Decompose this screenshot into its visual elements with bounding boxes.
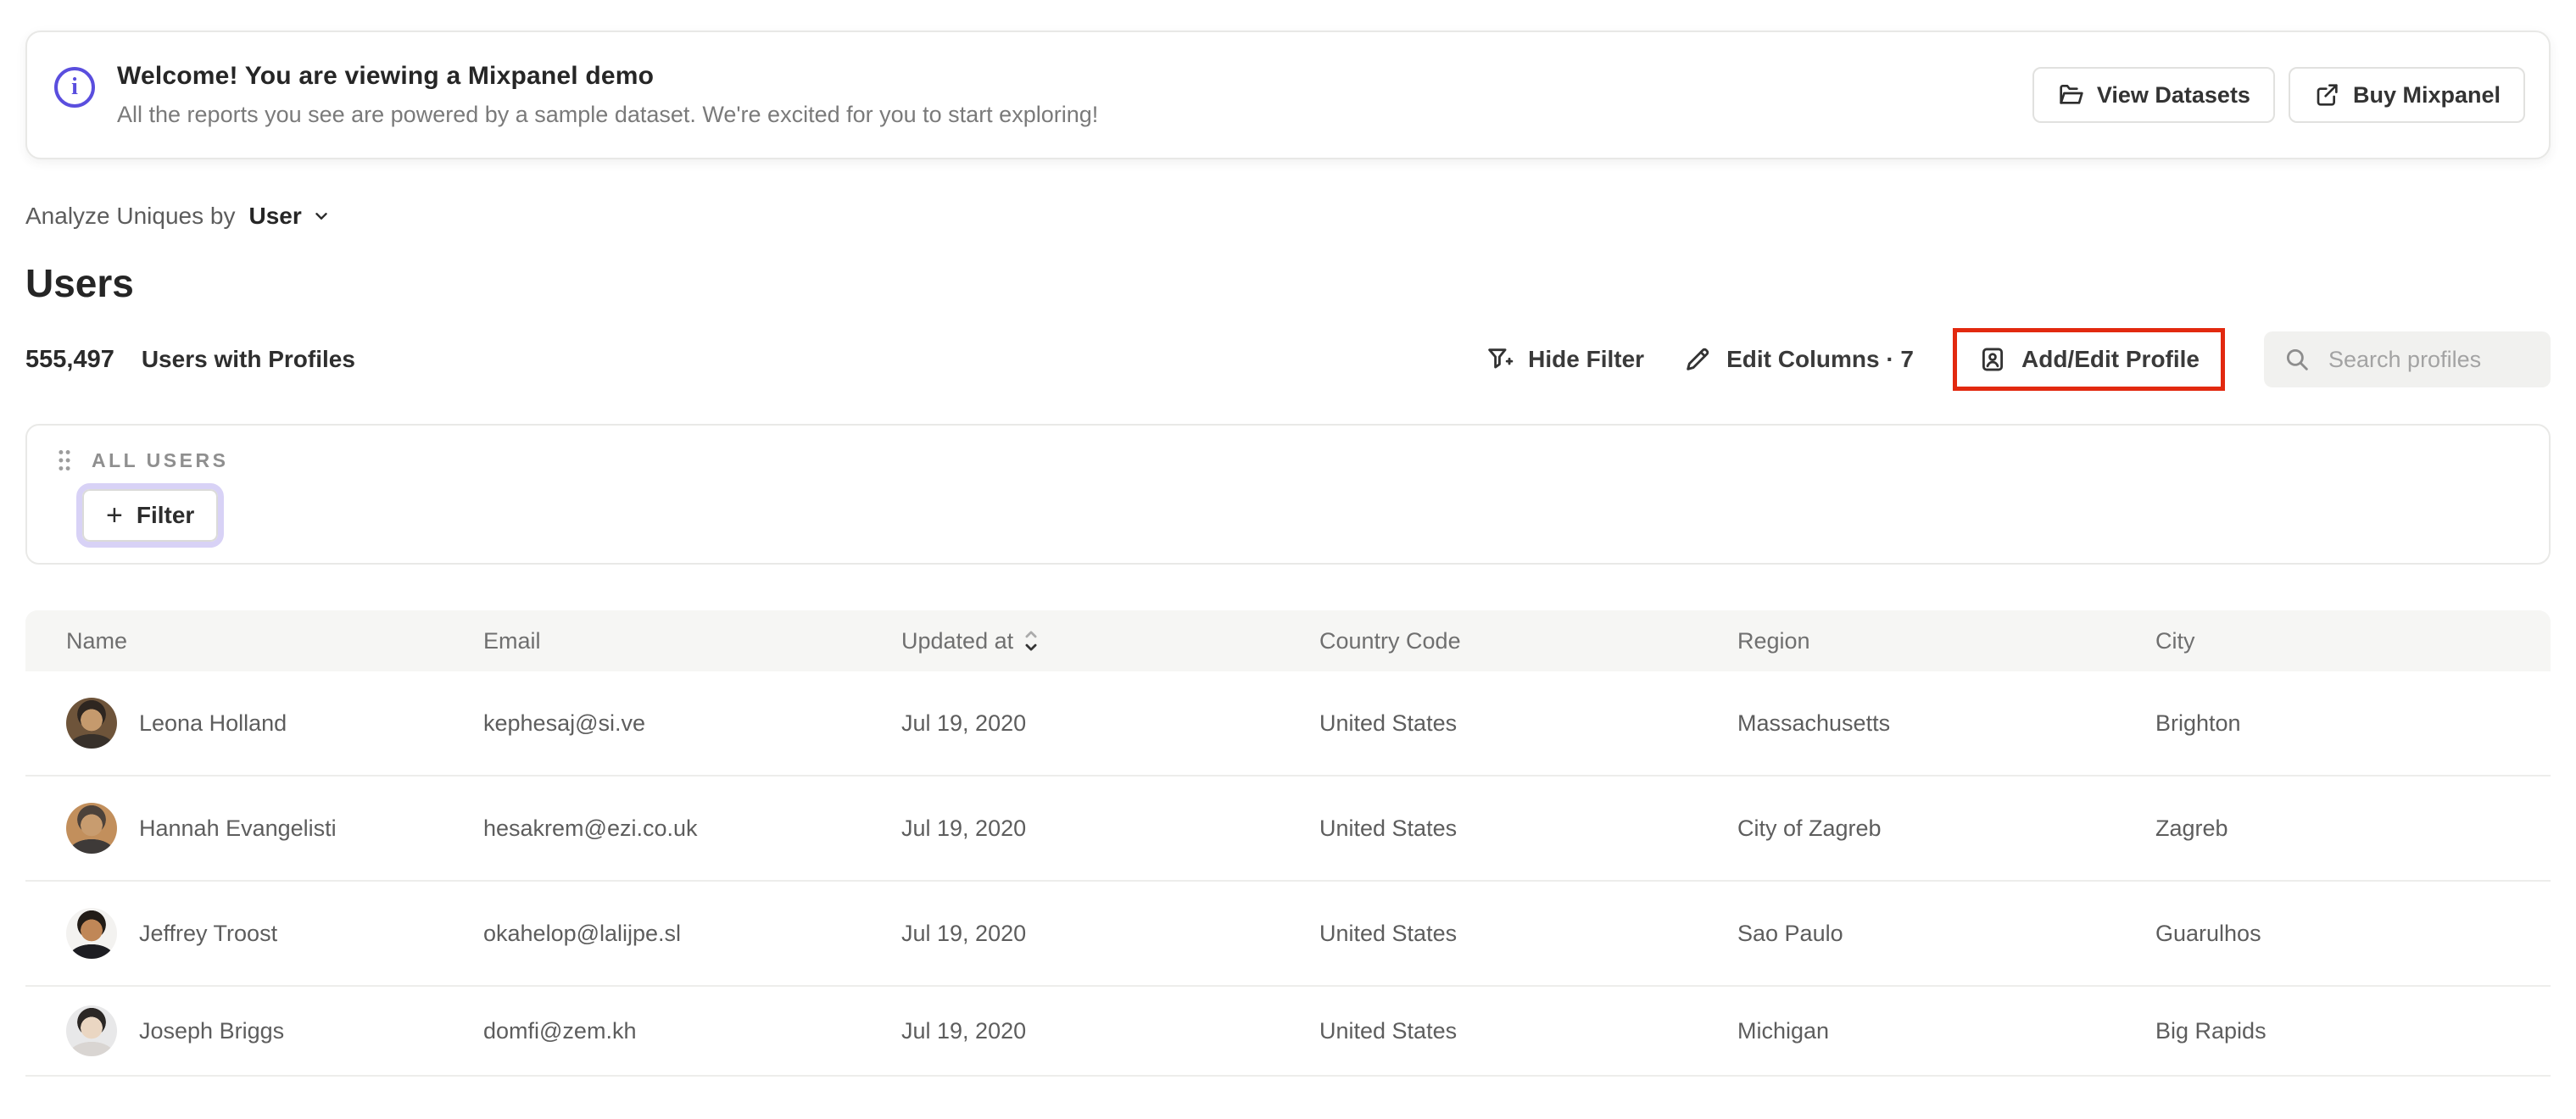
analyze-by-label: Analyze Uniques by <box>25 203 236 229</box>
filter-plus-icon <box>1485 345 1514 374</box>
region-cell: City of Zagreb <box>1737 815 1882 841</box>
profile-count-label: Users with Profiles <box>141 345 355 372</box>
email-cell: kephesaj@si.ve <box>483 710 646 736</box>
banner-actions: View Datasets Buy Mixpanel <box>2032 67 2525 123</box>
view-datasets-label: View Datasets <box>2096 81 2250 108</box>
avatar <box>66 698 117 749</box>
page-title: Users <box>25 261 134 305</box>
analyze-by-value: User <box>248 203 302 229</box>
plus-icon: + <box>106 499 123 532</box>
name-cell: Hannah Evangelisti <box>66 803 483 854</box>
updated-at-cell: Jul 19, 2020 <box>901 815 1027 841</box>
filter-group-label: ALL USERS <box>92 448 229 471</box>
demo-banner: i Welcome! You are viewing a Mixpanel de… <box>25 31 2551 159</box>
search-profiles-input[interactable] <box>2327 345 2532 374</box>
add-filter-button[interactable]: + Filter <box>82 489 219 542</box>
banner-message: i Welcome! You are viewing a Mixpanel de… <box>54 62 1098 128</box>
column-header-name[interactable]: Name <box>66 628 483 654</box>
name-cell: Leona Holland <box>66 698 483 749</box>
add-edit-profile-label: Add/Edit Profile <box>2021 346 2200 372</box>
city-cell: Zagreb <box>2155 815 2228 841</box>
info-icon: i <box>54 67 95 108</box>
avatar <box>66 803 117 854</box>
profile-count-number: 555,497 <box>25 345 114 373</box>
table-row[interactable]: Leona Holland kephesaj@si.ve Jul 19, 202… <box>25 671 2551 777</box>
name-cell: Joseph Briggs <box>66 1005 483 1056</box>
analyze-by-dropdown[interactable]: User <box>242 203 330 230</box>
search-icon <box>2283 345 2311 374</box>
country-code-cell: United States <box>1319 920 1458 946</box>
profile-count: 555,497 Users with Profiles <box>25 346 355 374</box>
banner-title: Welcome! You are viewing a Mixpanel demo <box>117 62 655 90</box>
table-row[interactable]: Jeffrey Troost okahelop@lalijpe.sl Jul 1… <box>25 882 2551 987</box>
profile-card-icon <box>1978 345 2007 374</box>
profiles-table: Name Email Updated at Country Code Regio… <box>25 610 2551 1077</box>
hide-filter-label: Hide Filter <box>1528 346 1645 372</box>
banner-subtitle: All the reports you see are powered by a… <box>117 102 1099 127</box>
avatar <box>66 1005 117 1056</box>
folder-icon <box>2057 81 2084 109</box>
chevron-down-icon <box>312 207 331 225</box>
drag-handle-icon[interactable] <box>56 448 73 473</box>
buy-mixpanel-label: Buy Mixpanel <box>2352 81 2501 108</box>
updated-at-cell: Jul 19, 2020 <box>901 920 1027 946</box>
country-code-cell: United States <box>1319 815 1458 841</box>
city-cell: Big Rapids <box>2155 1017 2267 1044</box>
country-code-cell: United States <box>1319 710 1458 736</box>
add-edit-profile-button[interactable]: Add/Edit Profile <box>1978 345 2200 374</box>
table-header-row: Name Email Updated at Country Code Regio… <box>25 610 2551 671</box>
view-datasets-button[interactable]: View Datasets <box>2032 67 2275 123</box>
count-toolbar-row: 555,497 Users with Profiles Hide Filter … <box>25 326 2551 393</box>
email-cell: domfi@zem.kh <box>483 1017 637 1044</box>
banner-text: Welcome! You are viewing a Mixpanel demo… <box>117 62 1098 128</box>
column-header-country-code[interactable]: Country Code <box>1319 628 1737 654</box>
region-cell: Sao Paulo <box>1737 920 1843 946</box>
filter-group-header: ALL USERS <box>56 448 2549 473</box>
column-header-region[interactable]: Region <box>1737 628 2155 654</box>
column-header-city[interactable]: City <box>2155 628 2551 654</box>
search-profiles-box[interactable] <box>2264 331 2551 387</box>
avatar <box>66 908 117 959</box>
table-row[interactable]: Hannah Evangelisti hesakrem@ezi.co.uk Ju… <box>25 777 2551 882</box>
filter-panel: ALL USERS + Filter <box>25 424 2551 565</box>
email-cell: hesakrem@ezi.co.uk <box>483 815 698 841</box>
pencil-icon <box>1683 345 1712 374</box>
name-cell: Jeffrey Troost <box>66 908 483 959</box>
external-link-icon <box>2313 81 2340 109</box>
city-cell: Guarulhos <box>2155 920 2261 946</box>
table-toolbar: Hide Filter Edit Columns · 7 Add/Edit Pr… <box>1485 328 2551 391</box>
updated-at-cell: Jul 19, 2020 <box>901 710 1027 736</box>
edit-columns-label: Edit Columns · 7 <box>1726 346 1914 372</box>
column-header-email[interactable]: Email <box>483 628 901 654</box>
add-filter-label: Filter <box>136 502 195 528</box>
region-cell: Massachusetts <box>1737 710 1891 736</box>
country-code-cell: United States <box>1319 1017 1458 1044</box>
sort-icon[interactable] <box>1023 629 1039 653</box>
region-cell: Michigan <box>1737 1017 1830 1044</box>
filter-button-focus-ring: + Filter <box>76 483 225 548</box>
email-cell: okahelop@lalijpe.sl <box>483 920 682 946</box>
hide-filter-button[interactable]: Hide Filter <box>1485 345 1644 374</box>
buy-mixpanel-button[interactable]: Buy Mixpanel <box>2288 67 2525 123</box>
add-edit-profile-highlight: Add/Edit Profile <box>1953 328 2225 391</box>
edit-columns-button[interactable]: Edit Columns · 7 <box>1683 345 1914 374</box>
city-cell: Brighton <box>2155 710 2241 736</box>
analyze-by-row: Analyze Uniques by User <box>25 202 2551 231</box>
column-header-updated-at[interactable]: Updated at <box>901 628 1319 654</box>
table-row[interactable]: Joseph Briggs domfi@zem.kh Jul 19, 2020 … <box>25 987 2551 1077</box>
updated-at-cell: Jul 19, 2020 <box>901 1017 1027 1044</box>
